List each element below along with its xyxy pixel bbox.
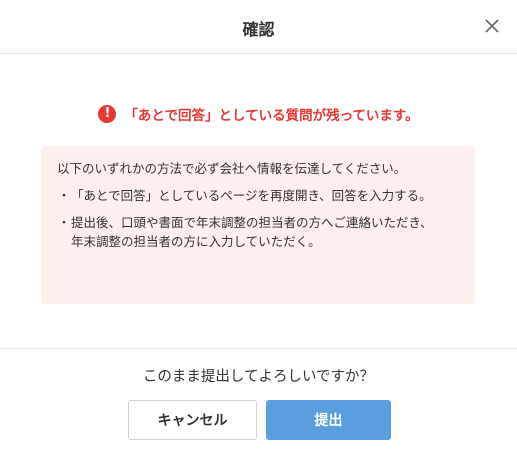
dialog-header: 確認 [0,0,517,54]
dialog-footer: このまま提出してよろしいですか？ キャンセル 提出 [0,348,517,459]
notice-list-item: ・ 「あとで回答」としているページを再度開き、回答を入力する。 [57,186,459,205]
bullet: ・ [57,215,71,230]
notice-item-text: 「あとで回答」としているページを再度開き、回答を入力する。 [71,188,432,203]
confirm-question: このまま提出してよろしいですか？ [142,369,375,385]
warning-message: ! 「あとで回答」としている質問が残っています。 [0,104,517,124]
notice-box: 以下のいずれかの方法で必ず会社へ情報を伝達してください。 ・ 「あとで回答」とし… [41,146,475,304]
notice-item-text: 提出後、口頭や書面で年末調整の担当者の方へご連絡いただき、年末調整の担当者の方に… [71,215,433,249]
exclamation-icon: ! [98,105,117,123]
warning-text: 「あとで回答」としている質問が残っています。 [124,108,419,124]
close-icon[interactable] [481,15,503,37]
confirm-dialog: 確認 ! 「あとで回答」としている質問が残っています。 以下のいずれかの方法で必… [0,0,517,459]
notice-intro: 以下のいずれかの方法で必ず会社へ情報を伝達してください。 [57,161,407,176]
notice-list-item: ・ 提出後、口頭や書面で年末調整の担当者の方へご連絡いただき、年末調整の担当者の… [57,213,459,251]
bullet: ・ [57,188,71,203]
dialog-body: ! 「あとで回答」としている質問が残っています。 以下のいずれかの方法で必ず会社… [0,54,517,348]
dialog-title: 確認 [242,20,275,39]
cancel-button[interactable]: キャンセル [128,400,257,440]
submit-button[interactable]: 提出 [266,400,391,440]
